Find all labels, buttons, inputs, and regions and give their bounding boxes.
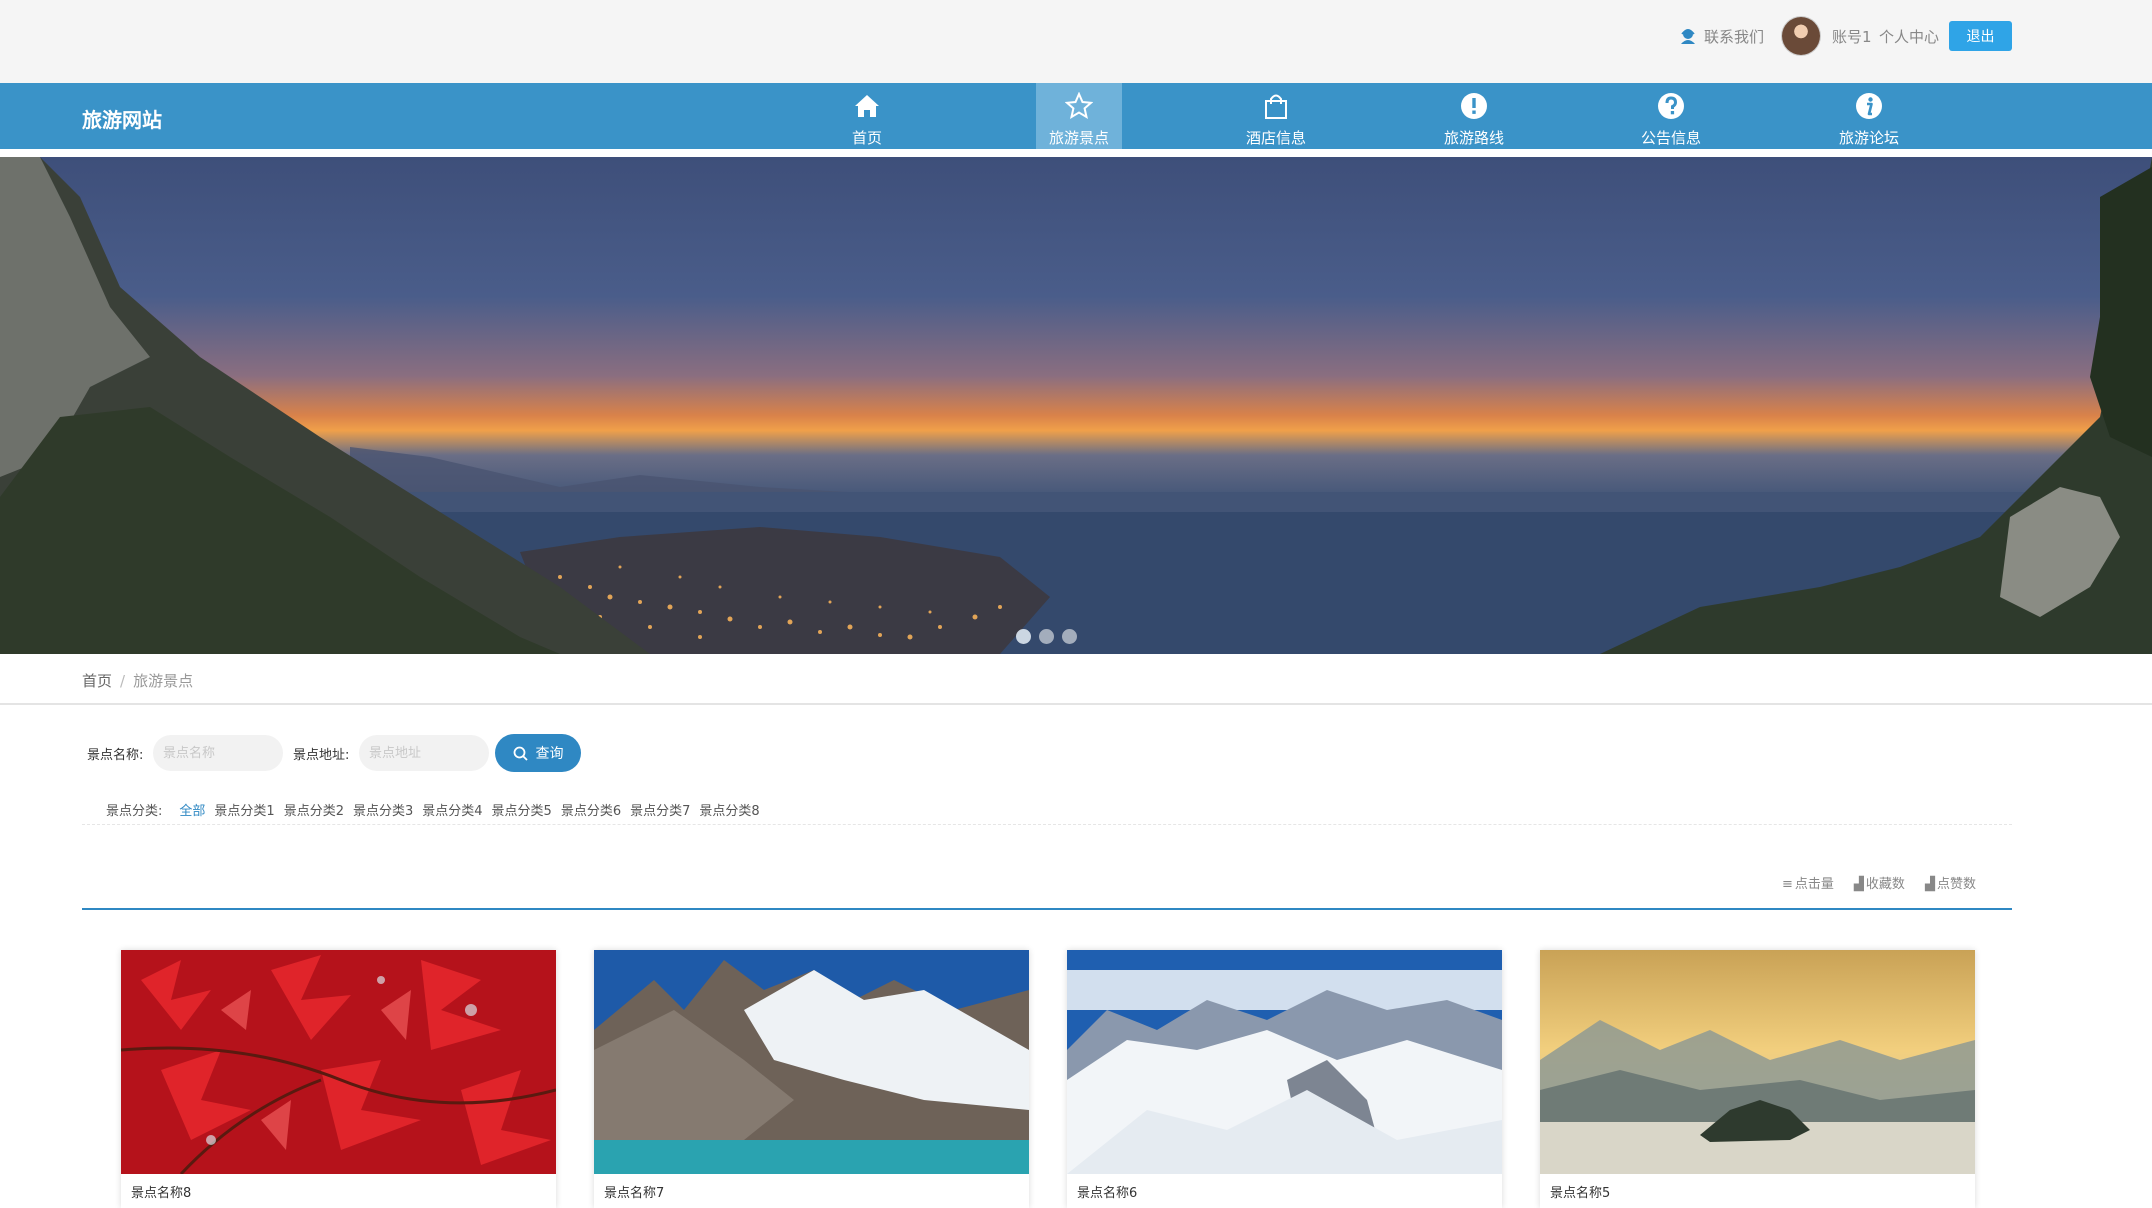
list-icon: ≡: [1782, 877, 1793, 892]
logout-button[interactable]: 退出: [1949, 21, 2012, 51]
attraction-image[interactable]: [1540, 950, 1975, 1174]
shopping-bag-icon: [1265, 94, 1287, 119]
divider: [82, 824, 2012, 825]
carousel-dots: [1016, 629, 1077, 644]
attraction-card[interactable]: 景点名称7: [594, 950, 1029, 1208]
exclamation-icon: [1461, 93, 1487, 119]
sort-by-likes[interactable]: ▟ 点赞数: [1925, 873, 1976, 892]
category-item[interactable]: 景点分类2: [284, 800, 344, 819]
sort-divider: [82, 908, 2012, 910]
query-button-label: 查询: [535, 746, 564, 762]
attraction-title[interactable]: 景点名称6: [1077, 1182, 1137, 1201]
name-search-input[interactable]: [153, 735, 283, 771]
category-item[interactable]: 景点分类3: [353, 800, 413, 819]
avatar[interactable]: [1782, 17, 1820, 55]
account-name: 账号1: [1832, 28, 1872, 46]
banner-image: [0, 157, 2152, 654]
nav-item-label: 旅游景点: [1048, 129, 1109, 147]
nav-item-routes[interactable]: 旅游路线: [1431, 83, 1517, 149]
carousel-dot[interactable]: [1039, 629, 1054, 644]
breadcrumb-home[interactable]: 首页: [82, 672, 112, 690]
site-brand[interactable]: 旅游网站: [82, 104, 162, 133]
attraction-title[interactable]: 景点名称7: [604, 1182, 664, 1201]
address-search-label: 景点地址:: [293, 748, 350, 763]
attraction-card[interactable]: 景点名称6: [1067, 950, 1502, 1208]
category-item[interactable]: 景点分类7: [630, 800, 690, 819]
breadcrumb-current: 旅游景点: [133, 672, 194, 690]
personal-center-link[interactable]: 个人中心: [1879, 26, 1939, 47]
contact-us-label: 联系我们: [1704, 27, 1765, 46]
sort-clicks-label: 点击量: [1794, 877, 1834, 892]
attraction-card[interactable]: 景点名称8: [121, 950, 556, 1208]
nav-item-label: 酒店信息: [1245, 129, 1306, 147]
sort-by-favorites[interactable]: ▟ 收藏数: [1854, 873, 1905, 892]
home-icon: [855, 95, 879, 117]
category-item[interactable]: 景点分类5: [492, 800, 552, 819]
attraction-title[interactable]: 景点名称8: [131, 1182, 191, 1201]
nav-item-home[interactable]: 首页: [824, 83, 910, 149]
category-all[interactable]: 全部: [179, 800, 205, 819]
hero-banner[interactable]: [0, 157, 2152, 654]
nav-divider: [0, 149, 2152, 157]
contact-us-link[interactable]: 联系我们: [1678, 24, 1764, 48]
nav-item-label: 旅游路线: [1443, 129, 1504, 147]
divider: [0, 703, 2152, 705]
breadcrumb: 首页 / 旅游景点: [82, 670, 193, 691]
attraction-image[interactable]: [1067, 950, 1502, 1174]
nav-item-forum[interactable]: 旅游论坛: [1826, 83, 1912, 149]
query-button[interactable]: 查询: [495, 734, 581, 772]
category-item[interactable]: 景点分类1: [214, 800, 274, 819]
name-search-label: 景点名称:: [87, 748, 144, 763]
nav-item-label: 公告信息: [1640, 129, 1701, 147]
search-icon: [513, 746, 528, 761]
main-nav: 旅游网站 首页 旅游景点 酒店信息 旅游路线 公告信息 旅游论坛: [0, 83, 2152, 149]
top-bar: 联系我们 账号1 个人中心 退出: [0, 0, 2152, 83]
category-filter: 景点分类: 全部 景点分类1 景点分类2 景点分类3 景点分类4 景点分类5 景…: [106, 800, 760, 819]
address-search-input[interactable]: [359, 735, 489, 771]
star-icon: [1065, 92, 1093, 120]
sort-favorites-label: 收藏数: [1865, 877, 1905, 892]
attraction-card[interactable]: 景点名称5: [1540, 950, 1975, 1208]
chart-icon: ▟: [1924, 877, 1935, 892]
sort-by-clicks[interactable]: ≡ 点击量: [1782, 873, 1834, 892]
category-label: 景点分类:: [106, 804, 163, 819]
sort-likes-label: 点赞数: [1936, 877, 1976, 892]
question-icon: [1658, 93, 1684, 119]
category-item[interactable]: 景点分类4: [422, 800, 482, 819]
nav-item-label: 首页: [851, 129, 882, 147]
nav-item-attractions[interactable]: 旅游景点: [1036, 83, 1122, 149]
breadcrumb-separator: /: [120, 672, 126, 690]
contact-icon: [1681, 29, 1695, 44]
nav-item-notices[interactable]: 公告信息: [1628, 83, 1714, 149]
category-item[interactable]: 景点分类6: [561, 800, 621, 819]
category-item[interactable]: 景点分类8: [699, 800, 759, 819]
nav-item-label: 旅游论坛: [1838, 129, 1899, 147]
nav-item-hotels[interactable]: 酒店信息: [1233, 83, 1319, 149]
info-icon: [1856, 93, 1882, 119]
carousel-dot[interactable]: [1016, 629, 1031, 644]
attraction-title[interactable]: 景点名称5: [1550, 1182, 1610, 1201]
sort-options: ≡ 点击量 ▟ 收藏数 ▟ 点赞数: [1782, 873, 1976, 892]
attraction-image[interactable]: [594, 950, 1029, 1174]
carousel-dot[interactable]: [1062, 629, 1077, 644]
attraction-image[interactable]: [121, 950, 556, 1174]
chart-icon: ▟: [1853, 877, 1864, 892]
